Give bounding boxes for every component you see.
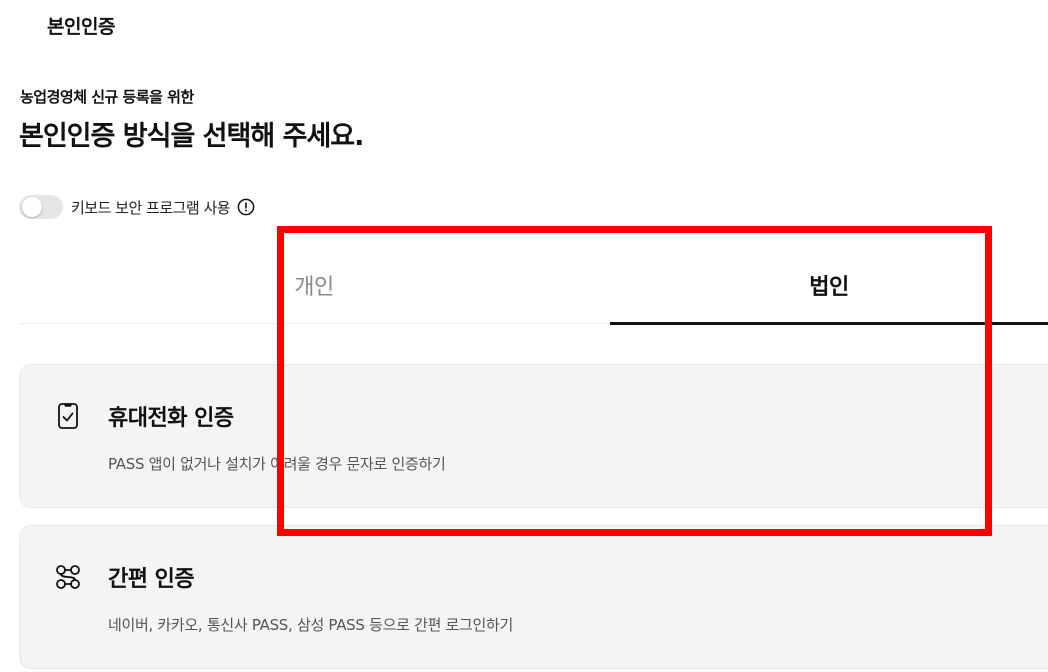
page-header-title: 본인인증 <box>47 16 115 38</box>
auth-method-simple-description: 네이버, 카카오, 통신사 PASS, 삼성 PASS 등으로 간편 로그인하기 <box>108 616 514 634</box>
mobile-phone-check-icon <box>53 401 83 431</box>
intro-headline: 본인인증 방식을 선택해 주세요. <box>19 121 364 152</box>
tab-active-indicator <box>610 322 1048 325</box>
toggle-knob <box>22 197 42 217</box>
tab-corporate[interactable]: 법인 <box>610 246 1048 324</box>
page: 본인인증 농업경영체 신규 등록을 위한 본인인증 방식을 선택해 주세요. 키… <box>0 0 1048 672</box>
keyboard-security-row: 키보드 보안 프로그램 사용 <box>19 194 255 220</box>
tab-personal[interactable]: 개인 <box>19 246 609 324</box>
auth-method-simple-card[interactable]: 간편 인증 네이버, 카카오, 통신사 PASS, 삼성 PASS 등으로 간편… <box>19 525 1048 669</box>
network-nodes-icon <box>53 562 83 592</box>
auth-type-tabs: 개인 법인 <box>19 246 1048 325</box>
intro-subtitle: 농업경영체 신규 등록을 위한 <box>20 88 194 106</box>
auth-method-mobile-title: 휴대전화 인증 <box>108 406 234 431</box>
info-icon[interactable] <box>237 198 255 216</box>
auth-method-mobile-card[interactable]: 휴대전화 인증 PASS 앱이 없거나 설치가 어려울 경우 문자로 인증하기 <box>19 364 1048 508</box>
auth-method-mobile-description: PASS 앱이 없거나 설치가 어려울 경우 문자로 인증하기 <box>108 455 446 473</box>
keyboard-security-label: 키보드 보안 프로그램 사용 <box>71 198 231 217</box>
keyboard-security-toggle[interactable] <box>19 195 63 219</box>
auth-method-simple-title: 간편 인증 <box>108 567 195 592</box>
